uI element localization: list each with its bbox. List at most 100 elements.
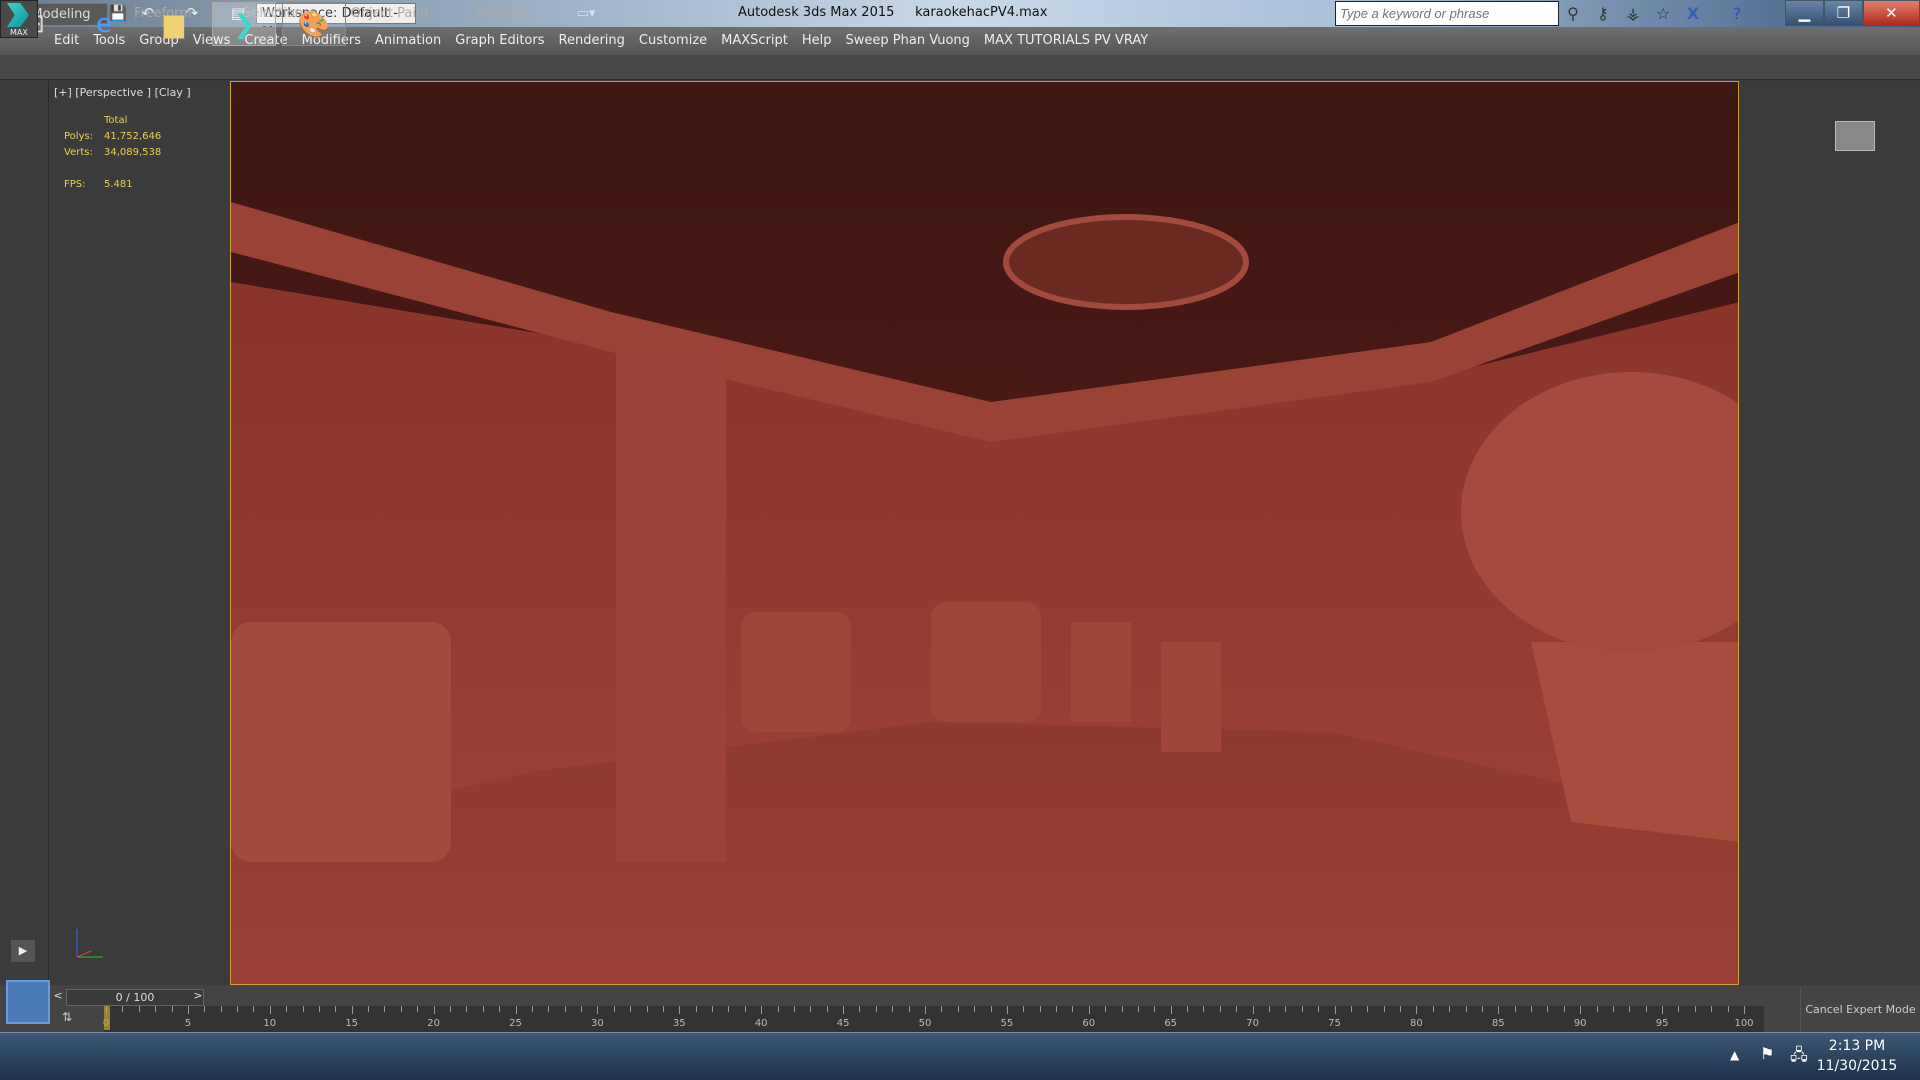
menu-item-graph-editors[interactable]: Graph Editors (454, 27, 556, 55)
tick-mark (1383, 1006, 1385, 1012)
tick-label: 35 (672, 1018, 686, 1029)
tick-mark (335, 1006, 337, 1012)
paint-icon[interactable]: 🎨 (282, 2, 346, 46)
perspective-viewport[interactable] (230, 81, 1739, 985)
tick-mark (826, 1006, 828, 1012)
tick-mark (1645, 1006, 1647, 1012)
bar-stool (1161, 642, 1221, 752)
tick-mark (875, 1006, 877, 1012)
menu-item-help[interactable]: Help (801, 27, 844, 55)
tick-mark (286, 1006, 288, 1012)
tick-mark (810, 1006, 812, 1012)
tick-mark (1481, 1006, 1483, 1012)
tick-label: 10 (263, 1018, 277, 1029)
tick-mark (695, 1006, 697, 1012)
max-logo-icon (7, 3, 29, 27)
action-center-flag-icon[interactable]: ⚑ (1760, 1044, 1774, 1063)
current-frame-marker[interactable] (104, 1006, 110, 1030)
tick-mark (892, 1006, 894, 1012)
polys-value: 41,752,646 (104, 131, 162, 142)
tick-mark (1121, 1006, 1123, 1012)
menu-item-rendering[interactable]: Rendering (558, 27, 637, 55)
satellite-icon[interactable]: ⚶ (1622, 4, 1644, 24)
tick-label: 80 (1410, 1018, 1423, 1029)
time-slider[interactable]: 0 / 100 (66, 989, 204, 1006)
polys-label: Polys: (64, 131, 94, 142)
tick-mark (859, 1006, 861, 1012)
clock-date: 11/30/2015 (1816, 1058, 1898, 1074)
tick-mark (171, 1006, 173, 1012)
fps-value: 5.481 (104, 179, 133, 190)
exchange-icon[interactable]: X (1682, 4, 1704, 24)
tick-mark (1367, 1006, 1369, 1012)
tick-mark (400, 1006, 402, 1012)
tick-label: 20 (427, 1018, 440, 1029)
tick-mark (531, 1006, 533, 1012)
tick-mark (384, 1006, 386, 1012)
3ds-max-taskbar-icon[interactable]: ❯ (212, 2, 276, 46)
tick-mark (269, 1006, 271, 1014)
play-icon[interactable]: ▶ (11, 940, 35, 962)
help-icon[interactable]: ? (1726, 4, 1748, 24)
tick-mark (1023, 1006, 1025, 1012)
tick-mark (351, 1006, 353, 1014)
internet-explorer-icon[interactable]: e (72, 2, 136, 46)
viewport-label[interactable]: [+] [Perspective ] [Clay ] (54, 86, 191, 99)
menu-item-customize[interactable]: Customize (638, 27, 719, 55)
next-frame-button[interactable]: > (190, 989, 206, 1006)
tick-mark (499, 1006, 501, 1012)
clock[interactable]: 2:13 PM 11/30/2015 (1802, 1036, 1912, 1076)
tick-mark (1662, 1006, 1664, 1014)
prev-frame-button[interactable]: < (50, 989, 66, 1006)
tab-populate[interactable]: Populate (465, 3, 545, 25)
tick-mark (515, 1006, 517, 1014)
tick-label: 70 (1246, 1018, 1259, 1029)
close-button[interactable]: ✕ (1862, 0, 1920, 26)
tick-mark (417, 1006, 419, 1012)
tab-object-paint[interactable]: Object Paint (340, 3, 440, 25)
key-icon[interactable]: ⚷ (1592, 4, 1614, 24)
menu-item-max-tutorials-pv-vray[interactable]: MAX TUTORIALS PV VRAY (983, 27, 1160, 55)
left-toolbar (0, 80, 49, 985)
track-bar[interactable]: 0510152025303540455055606570758085909510… (103, 1006, 1764, 1032)
armchair (741, 612, 851, 732)
tick-mark (712, 1006, 714, 1012)
tick-mark (220, 1006, 222, 1012)
show-hidden-icons[interactable]: ▲ (1730, 1048, 1739, 1062)
tick-mark (1711, 1006, 1713, 1012)
tick-mark (581, 1006, 583, 1012)
tick-mark (1137, 1006, 1139, 1012)
fps-label: FPS: (64, 179, 86, 190)
search-input[interactable] (1335, 1, 1559, 26)
tick-mark (1432, 1006, 1434, 1012)
minimize-button[interactable]: ▁ (1785, 0, 1824, 26)
menu-item-sweep-phan-vuong[interactable]: Sweep Phan Vuong (845, 27, 982, 55)
app-menu-button[interactable]: MAX (0, 0, 38, 38)
tick-mark (613, 1006, 615, 1012)
tick-label: 15 (345, 1018, 359, 1029)
tick-mark (1514, 1006, 1516, 1012)
tick-mark (466, 1006, 468, 1012)
tick-mark (1039, 1006, 1041, 1012)
tick-label: 50 (918, 1018, 932, 1029)
star-icon[interactable]: ☆ (1652, 4, 1674, 24)
cancel-expert-mode-button[interactable]: Cancel Expert Mode (1800, 987, 1920, 1032)
binoculars-icon[interactable]: ⚲ (1562, 4, 1584, 24)
viewcube-icon[interactable] (1835, 121, 1875, 151)
tick-mark (1285, 1006, 1287, 1012)
file-explorer-icon[interactable]: ▆ (142, 2, 206, 46)
tick-mark (974, 1006, 976, 1012)
tick-mark (1531, 1006, 1533, 1012)
curve-editor-icon[interactable]: ⇅ (62, 1010, 80, 1028)
mini-listener[interactable] (6, 980, 50, 1024)
tick-mark (1498, 1006, 1500, 1014)
tick-mark (155, 1006, 157, 1012)
ribbon-options-icon[interactable]: ▭▾ (570, 3, 602, 25)
tick-mark (630, 1006, 632, 1012)
menu-item-animation[interactable]: Animation (374, 27, 453, 55)
menu-item-maxscript[interactable]: MAXScript (720, 27, 800, 55)
tick-label: 25 (509, 1018, 522, 1029)
tick-mark (204, 1006, 206, 1012)
tick-mark (1187, 1006, 1189, 1012)
maximize-button[interactable]: ❐ (1823, 0, 1863, 26)
